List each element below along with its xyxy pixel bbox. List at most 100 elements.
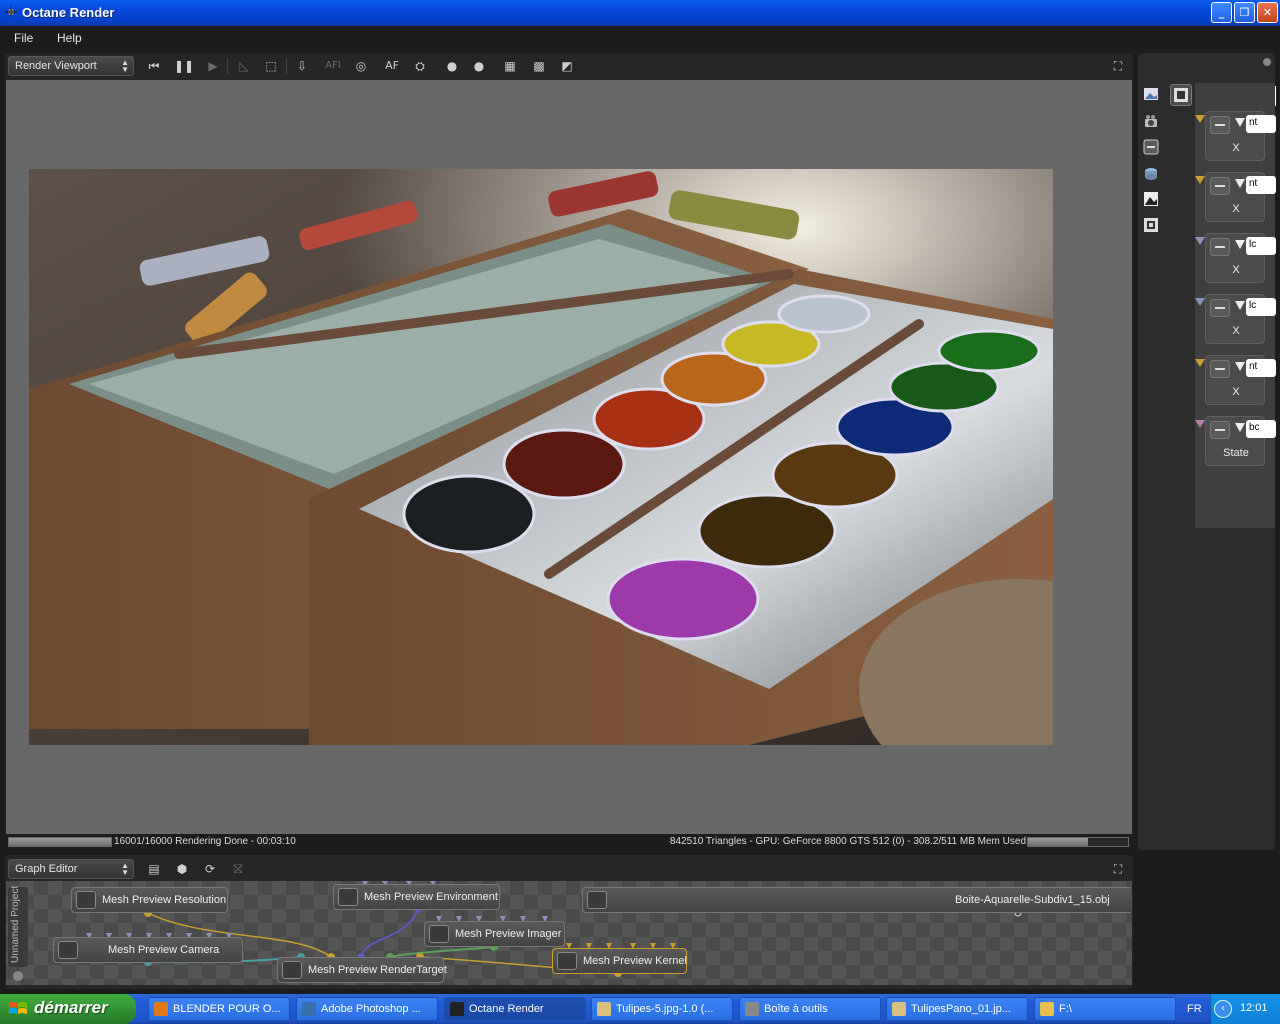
region-icon[interactable]: ⬚	[261, 57, 281, 75]
node-graph-canvas[interactable]: Unnamed Project Mesh Preview Resolution …	[6, 881, 1132, 985]
pin-name-field[interactable]: lc	[1246, 298, 1276, 316]
export-icon[interactable]: ⇩	[292, 57, 312, 75]
pin-type-icon	[1210, 177, 1230, 195]
ruler-icon[interactable]: ◺	[234, 57, 254, 75]
node-mesh-object[interactable]: Boite-Aquarelle-Subdiv1_15.obj	[582, 887, 1131, 913]
viewport-select[interactable]: Render Viewport ▲ ▼	[8, 56, 134, 76]
pin-name-field[interactable]: lc	[1246, 237, 1276, 255]
close-button[interactable]: ✕	[1257, 2, 1278, 23]
kernel-node-button[interactable]	[1170, 84, 1192, 106]
pin-name-field[interactable]: nt	[1246, 176, 1276, 194]
pin-row[interactable]: lc X	[1195, 233, 1276, 289]
resolution-icon[interactable]	[1143, 139, 1159, 155]
node-inspector-panel: directlighting nt X nt X	[1138, 53, 1276, 850]
start-button[interactable]: démarrer	[0, 994, 136, 1024]
grid-icon[interactable]: ▦	[500, 57, 520, 75]
rendered-image	[29, 169, 1053, 745]
node-mesh-preview-rendertarget[interactable]: Mesh Preview RenderTarget	[277, 957, 447, 983]
sphere-alt-icon[interactable]: ●	[469, 57, 489, 75]
tray-expand-icon[interactable]: ‹	[1214, 1000, 1232, 1018]
menu-file[interactable]: File	[14, 31, 33, 45]
task-photoshop[interactable]: Adobe Photoshop ...	[296, 997, 438, 1021]
pin-node[interactable]: nt X	[1205, 111, 1276, 161]
minimize-button[interactable]: _	[1211, 2, 1232, 23]
language-indicator[interactable]: FR	[1187, 1003, 1202, 1015]
imager-icon[interactable]	[1143, 191, 1159, 207]
node-mesh-preview-imager[interactable]: Mesh Preview Imager	[424, 921, 565, 947]
refresh-node-icon[interactable]: ⟳	[200, 860, 220, 878]
pin-type-icon	[1210, 360, 1230, 378]
node-label: Mesh Preview Kernel	[583, 955, 687, 967]
kernel-icon[interactable]	[1143, 217, 1159, 233]
kernel-icon	[557, 952, 577, 970]
material-node-icon[interactable]: ⬢	[172, 860, 192, 878]
pin-node[interactable]: lc X	[1205, 294, 1276, 344]
pin-expand-icon[interactable]	[1235, 240, 1245, 249]
environment-icon[interactable]	[1143, 165, 1159, 181]
render-status-bar: 16001/16000 Rendering Done - 00:03:10 84…	[5, 834, 1133, 850]
toolbar-divider	[286, 58, 287, 74]
pin-node[interactable]: nt X	[1205, 355, 1276, 405]
pin-expand-icon[interactable]	[1235, 179, 1245, 188]
pin-expand-icon[interactable]	[1235, 118, 1245, 127]
delete-node-icon[interactable]: ⛝	[228, 860, 248, 878]
pin-node[interactable]: bc State	[1205, 416, 1276, 466]
task-gimp-toolbox[interactable]: Boîte à outils	[739, 997, 881, 1021]
graph-fullscreen-icon[interactable]: ⛶	[1108, 860, 1128, 878]
task-explorer[interactable]: F:\	[1034, 997, 1176, 1021]
alpha-checker-icon[interactable]: ◩	[557, 57, 577, 75]
pin-expand-icon[interactable]	[1235, 423, 1245, 432]
project-tab-label: Unnamed Project	[10, 885, 21, 963]
add-node-icon[interactable]: ▤	[144, 860, 164, 878]
pause-icon[interactable]: ❚❚	[174, 57, 194, 75]
pin-row[interactable]: nt X	[1195, 172, 1276, 228]
pin-connector-icon	[1195, 359, 1205, 367]
task-app-icon	[154, 1002, 168, 1016]
camera-icon[interactable]	[1143, 113, 1159, 129]
rendertarget-icon	[282, 961, 302, 979]
maximize-button[interactable]: ❐	[1234, 2, 1255, 23]
rewind-icon[interactable]: ⏮	[144, 57, 164, 75]
fullscreen-icon[interactable]: ⛶	[1108, 57, 1128, 75]
sphere-icon[interactable]: ●	[442, 57, 462, 75]
render-viewport-panel: Render Viewport ▲ ▼ ⏮ ❚❚ ▶ ◺ ⬚ ⇩ AFI ◎ AF…	[5, 53, 1133, 850]
task-tulipes-pano[interactable]: TulipesPano_01.jp...	[886, 997, 1028, 1021]
mesh-object-icon	[587, 891, 607, 909]
project-tab[interactable]: Unnamed Project	[8, 885, 28, 967]
pin-node[interactable]: nt X	[1205, 172, 1276, 222]
task-gimp-image[interactable]: Tulipes-5.jpg-1.0 (...	[591, 997, 733, 1021]
render-viewport[interactable]	[6, 80, 1132, 834]
pin-node[interactable]: lc X	[1205, 233, 1276, 283]
pin-name-field[interactable]: bc	[1246, 420, 1276, 438]
node-mesh-preview-camera[interactable]: Mesh Preview Camera	[53, 937, 243, 963]
node-mesh-preview-kernel[interactable]: Mesh Preview Kernel	[552, 948, 687, 974]
pin-expand-icon[interactable]	[1235, 362, 1245, 371]
pin-name-field[interactable]: nt	[1246, 359, 1276, 377]
add-project-icon[interactable]	[13, 971, 23, 981]
pin-name-field[interactable]: nt	[1246, 115, 1276, 133]
pin-row[interactable]: bc State	[1195, 416, 1276, 472]
graph-editor-select[interactable]: Graph Editor ▲ ▼	[8, 859, 134, 879]
node-mesh-preview-environment[interactable]: Mesh Preview Environment	[333, 884, 500, 910]
menu-help[interactable]: Help	[57, 31, 82, 45]
select-arrows-icon: ▲ ▼	[121, 861, 129, 877]
image-icon[interactable]	[1143, 86, 1159, 102]
pin-row[interactable]: nt X	[1195, 111, 1276, 167]
task-blender[interactable]: BLENDER POUR O...	[148, 997, 290, 1021]
task-label: TulipesPano_01.jp...	[911, 1003, 1011, 1015]
focus-picker-icon[interactable]: ◎	[351, 57, 371, 75]
play-icon[interactable]: ▶	[203, 57, 223, 75]
pin-expand-icon[interactable]	[1235, 301, 1245, 310]
afi-button[interactable]: AFI	[323, 57, 343, 75]
material-picker-icon[interactable]: ⛭	[410, 57, 430, 75]
checker-icon[interactable]: ▩	[529, 57, 549, 75]
window-titlebar[interactable]: Octane Render _ ❐ ✕	[0, 0, 1280, 26]
pin-row[interactable]: nt X	[1195, 355, 1276, 411]
autofocus-button[interactable]: AF	[382, 57, 402, 75]
clock[interactable]: 12:01	[1240, 1002, 1268, 1014]
pin-type-icon	[1210, 421, 1230, 439]
pin-row[interactable]: lc X	[1195, 294, 1276, 350]
task-octane[interactable]: Octane Render	[444, 997, 586, 1021]
task-app-icon	[745, 1002, 759, 1016]
node-mesh-preview-resolution[interactable]: Mesh Preview Resolution	[71, 887, 228, 913]
